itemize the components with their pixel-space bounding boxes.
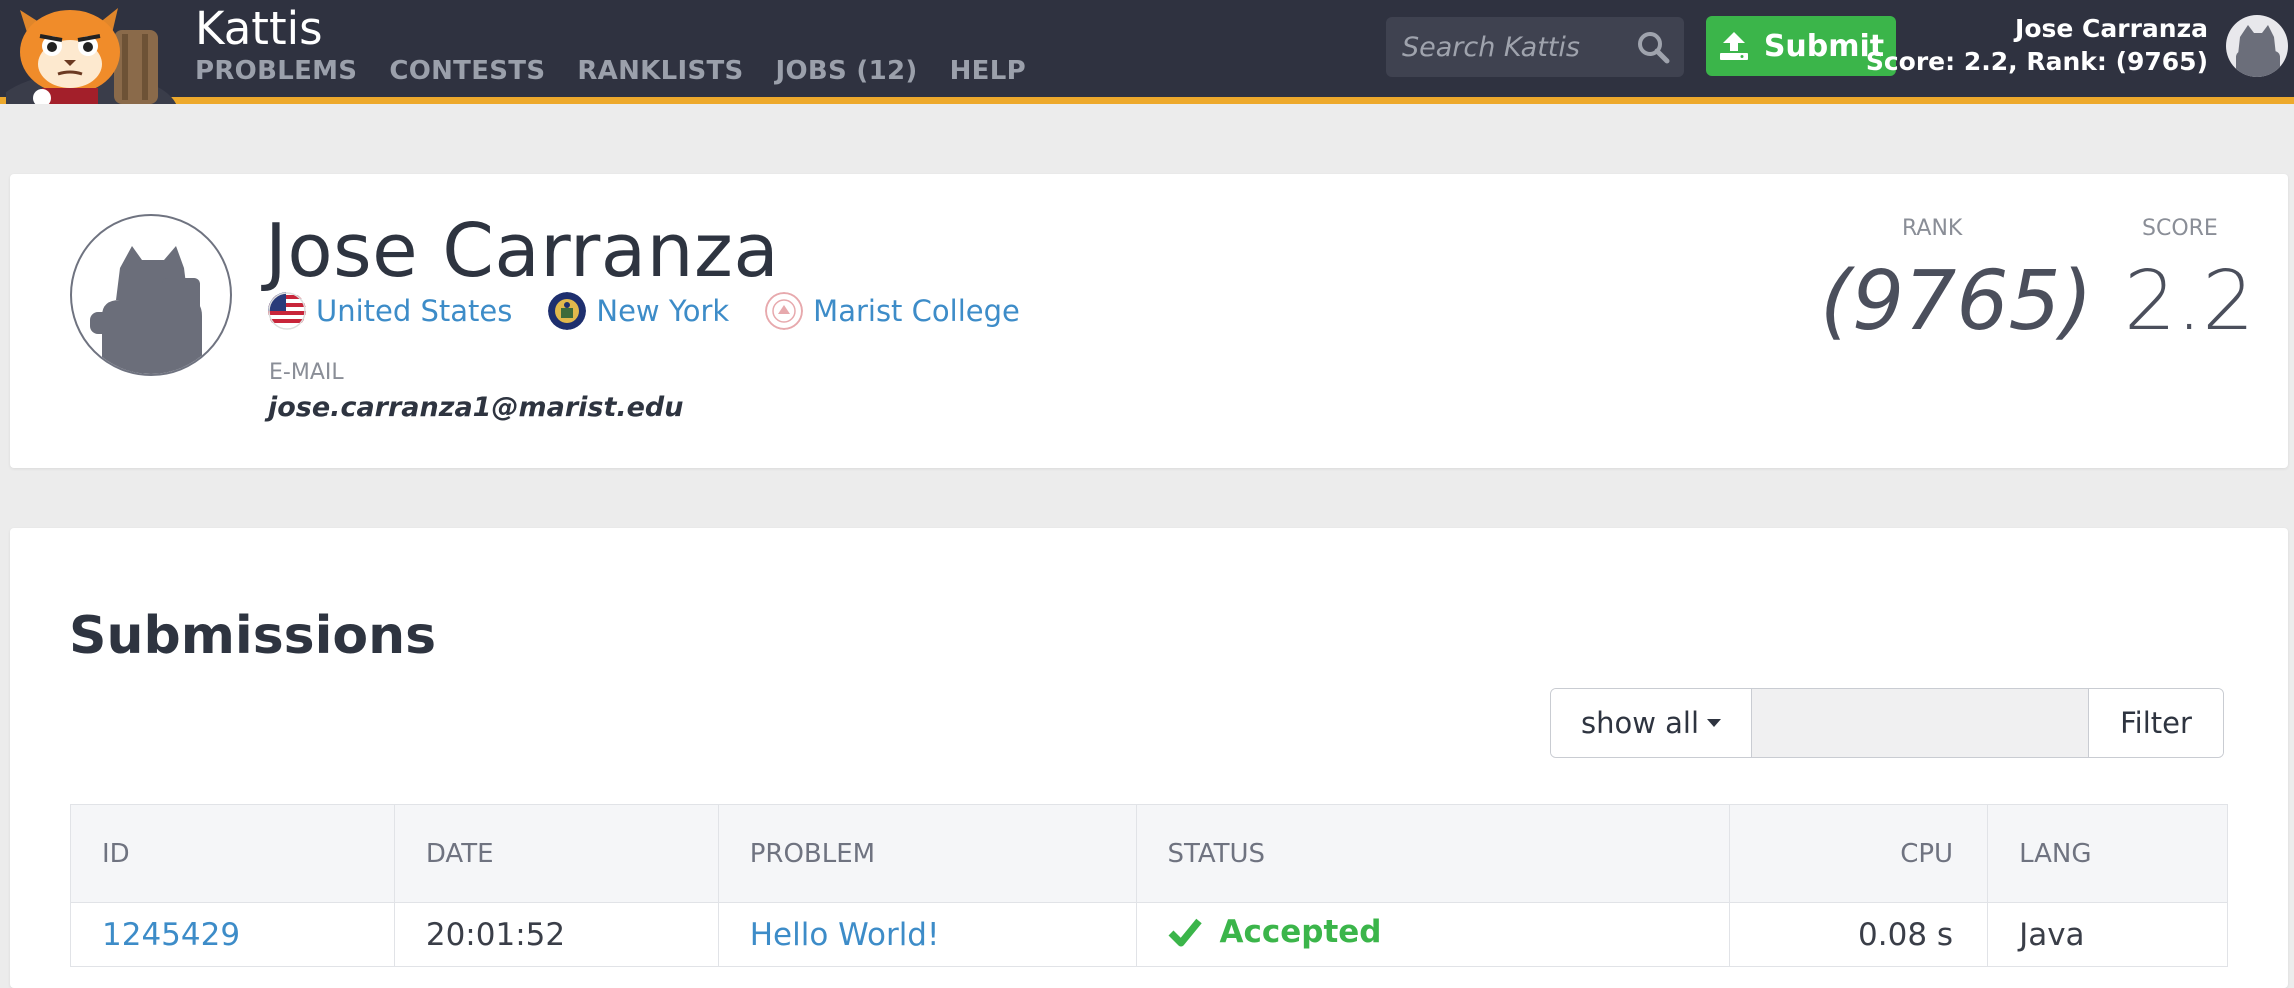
nav-help[interactable]: HELP: [950, 56, 1026, 86]
search-box: [1386, 17, 1684, 77]
submissions-card: Submissions show all Filter ID DATE PROB…: [10, 528, 2288, 988]
affiliations: United States New York Marist College: [268, 292, 1056, 330]
us-flag-icon: [268, 292, 306, 330]
filter-button[interactable]: Filter: [2089, 689, 2223, 757]
problem-link[interactable]: Hello World!: [750, 917, 940, 953]
rank-value: (9765): [1820, 254, 2093, 349]
main-nav: PROBLEMS CONTESTS RANKLISTS JOBS (12) HE…: [195, 56, 1058, 86]
submission-id-link[interactable]: 1245429: [102, 917, 240, 953]
column-lang[interactable]: LANG: [1987, 804, 2228, 903]
column-id[interactable]: ID: [70, 804, 395, 903]
brand-title[interactable]: Kattis: [195, 2, 323, 55]
country-link[interactable]: United States: [316, 294, 512, 328]
status-badge: Accepted: [1168, 914, 1382, 950]
school-link[interactable]: Marist College: [813, 294, 1020, 328]
region-link[interactable]: New York: [596, 294, 729, 328]
school-affiliation[interactable]: Marist College: [765, 292, 1020, 330]
marist-seal-icon: [765, 292, 804, 330]
email-label: E-MAIL: [269, 360, 344, 385]
avatar: [70, 214, 232, 376]
status-text: Accepted: [1219, 914, 1382, 950]
submission-lang: Java: [1987, 902, 2228, 967]
country-affiliation[interactable]: United States: [268, 292, 512, 330]
submission-cpu: 0.08 s: [1729, 902, 1989, 967]
user-summary[interactable]: Jose Carranza Score: 2.2, Rank: (9765): [1866, 12, 2208, 78]
user-stats: Score: 2.2, Rank: (9765): [1865, 47, 2208, 76]
avatar[interactable]: [2226, 15, 2288, 77]
rank-label: RANK: [1902, 216, 1963, 241]
profile-card: Jose Carranza United States New York Mar…: [10, 174, 2288, 468]
filter-select-label: show all: [1580, 706, 1700, 740]
column-status[interactable]: STATUS: [1136, 804, 1731, 903]
nav-jobs[interactable]: JOBS (12): [776, 56, 918, 86]
submissions-title: Submissions: [69, 606, 437, 666]
filter-select[interactable]: show all: [1551, 689, 1752, 757]
submission-problem: Hello World!: [718, 902, 1137, 967]
submission-id: 1245429: [70, 902, 395, 967]
column-problem[interactable]: PROBLEM: [718, 804, 1137, 903]
new-york-seal-icon: [548, 292, 587, 330]
score-value: 2.2: [2124, 254, 2255, 349]
region-affiliation[interactable]: New York: [548, 292, 729, 330]
nav-ranklists[interactable]: RANKLISTS: [577, 56, 743, 86]
filter-input[interactable]: [1752, 689, 2089, 757]
search-icon[interactable]: [1636, 30, 1670, 64]
submissions-filter: show all Filter: [1550, 688, 2224, 758]
submission-status: Accepted: [1136, 902, 1731, 967]
kattis-logo[interactable]: [0, 0, 178, 152]
search-input[interactable]: [1386, 17, 1626, 77]
nav-problems[interactable]: PROBLEMS: [195, 56, 357, 86]
submissions-table: ID DATE PROBLEM STATUS CPU LANG 1245429 …: [70, 804, 2228, 967]
table-row: 1245429 20:01:52 Hello World! Accepted 0…: [70, 902, 2228, 967]
top-navbar: Kattis PROBLEMS CONTESTS RANKLISTS JOBS …: [0, 0, 2294, 152]
upload-icon: [1719, 32, 1748, 60]
caret-down-icon: [1707, 719, 1722, 727]
column-date[interactable]: DATE: [394, 804, 719, 903]
user-name: Jose Carranza: [2015, 14, 2208, 43]
email-value: jose.carranza1@marist.edu: [268, 392, 684, 423]
table-header-row: ID DATE PROBLEM STATUS CPU LANG: [70, 804, 2228, 903]
profile-name: Jose Carranza: [265, 208, 780, 294]
nav-contests[interactable]: CONTESTS: [389, 56, 545, 86]
submission-date: 20:01:52: [394, 902, 719, 967]
check-icon: [1168, 918, 1202, 947]
score-label: SCORE: [2142, 216, 2218, 241]
column-cpu[interactable]: CPU: [1729, 804, 1989, 903]
